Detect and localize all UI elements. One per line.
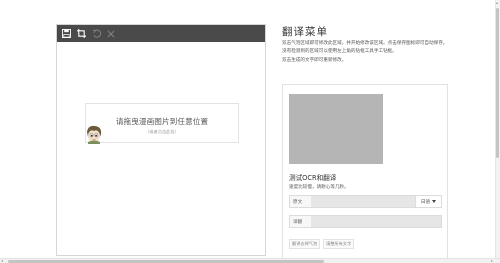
original-row: 原文 日语 bbox=[289, 195, 442, 208]
upload-dropzone[interactable]: 请拖曳漫画图片到任意位置 （或者点击此处） bbox=[85, 103, 239, 143]
action-buttons: 翻译去掉气泡 填整所有文字 bbox=[289, 239, 355, 249]
language-select-value: 日语 bbox=[420, 199, 431, 205]
ocr-subtitle: 速度比较慢，请耐心等几秒。 bbox=[289, 185, 349, 190]
selection-preview bbox=[289, 94, 383, 164]
translation-text-field[interactable] bbox=[311, 215, 442, 228]
language-select[interactable]: 日语 bbox=[416, 195, 442, 208]
save-icon[interactable] bbox=[61, 29, 71, 39]
translation-row: 译翻 bbox=[289, 215, 442, 228]
vertical-scroll-thumb[interactable] bbox=[496, 8, 499, 158]
description-line: 双击生成的文字即可重新修改。 bbox=[282, 57, 347, 63]
scroll-up-icon[interactable]: ▴ bbox=[496, 1, 498, 5]
scroll-right-icon[interactable]: ▸ bbox=[491, 259, 493, 263]
dropzone-main-text: 请拖曳漫画图片到任意位置 bbox=[115, 117, 209, 126]
panel-title: 翻译菜单 bbox=[282, 26, 328, 38]
translate-remove-bubble-button[interactable]: 翻译去掉气泡 bbox=[289, 239, 321, 249]
description-line: 双击气泡区域即可修改此区域，并开始修改该区域。点击保存图标即可自动保存。 bbox=[282, 41, 448, 46]
ocr-title: 测试OCR和翻译 bbox=[289, 174, 337, 182]
editor-toolbar bbox=[57, 25, 265, 42]
description-line: 没有检测到的区域可以使用左上角的钻框工具手工钻框。 bbox=[282, 49, 397, 55]
translation-label: 译翻 bbox=[289, 215, 311, 228]
original-text-field[interactable] bbox=[311, 195, 416, 208]
mascot-image bbox=[84, 124, 104, 144]
ocr-card: 测试OCR和翻译 速度比较慢，请耐心等几秒。 原文 日语 译翻 翻译去掉气泡 填… bbox=[282, 84, 448, 260]
panel-description: 双击气泡区域即可修改此区域，并开始修改该区域。点击保存图标即可自动保存。 没有检… bbox=[282, 40, 472, 65]
fill-all-text-button[interactable]: 填整所有文字 bbox=[323, 239, 355, 249]
chevron-down-icon bbox=[432, 200, 437, 203]
vertical-scrollbar[interactable]: ▴ bbox=[495, 0, 500, 258]
dropzone-sub-text: （或者点击此处） bbox=[145, 129, 179, 134]
undo-icon[interactable] bbox=[91, 29, 101, 39]
crop-icon[interactable] bbox=[76, 29, 86, 39]
original-label: 原文 bbox=[289, 195, 311, 208]
scroll-left-icon[interactable]: ◂ bbox=[1, 259, 3, 263]
close-icon[interactable] bbox=[106, 29, 116, 39]
horizontal-scrollbar[interactable]: ◂ ▸ bbox=[0, 258, 500, 263]
editor-canvas[interactable]: 请拖曳漫画图片到任意位置 （或者点击此处） bbox=[56, 24, 266, 256]
